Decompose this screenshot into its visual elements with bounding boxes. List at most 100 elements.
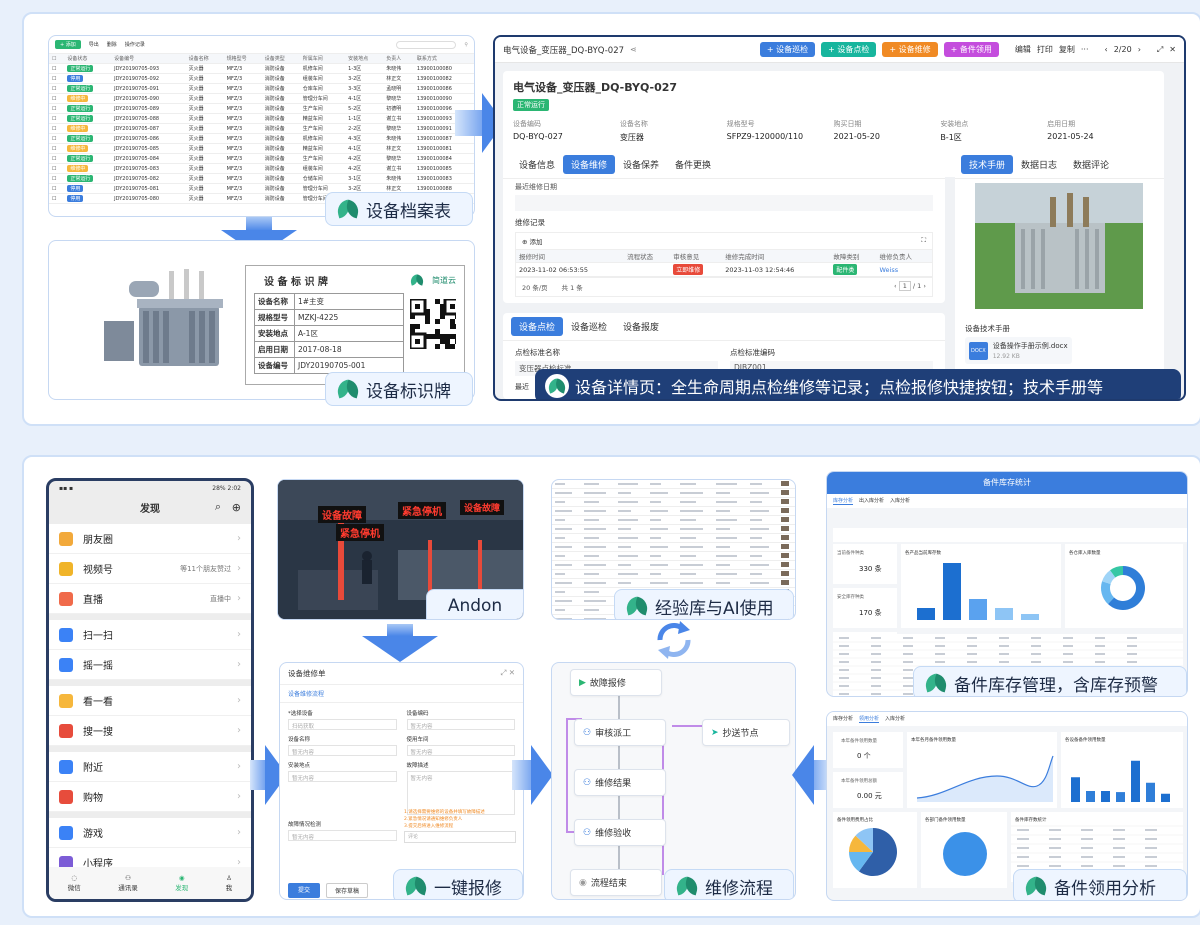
- dash-tab[interactable]: 出入库分析: [859, 497, 884, 505]
- column-header[interactable]: 故障类别: [830, 250, 877, 263]
- search-input[interactable]: [396, 40, 457, 49]
- tab-2[interactable]: 设备保养: [615, 155, 667, 174]
- row-checkbox[interactable]: ☐: [49, 193, 65, 204]
- row-checkbox[interactable]: ☐: [49, 133, 65, 144]
- table-row[interactable]: [552, 480, 795, 489]
- form-tab[interactable]: 设备维修流程: [280, 685, 523, 703]
- table-row[interactable]: ☐ 正常运行 JDY20190705-088 灭火器 MFZ/3 消防设备 精益车间 1-1区…: [49, 113, 474, 124]
- submit-button[interactable]: 提交: [288, 883, 321, 898]
- plus-icon[interactable]: ⊕: [232, 501, 241, 514]
- copy-button[interactable]: 复制: [1059, 44, 1075, 55]
- page-size-select[interactable]: 20 条/页: [522, 282, 548, 292]
- table-row[interactable]: ☐ 维修中 JDY20190705-085 灭火器 MFZ/3 消防设备 精益车间 4-1区林…: [49, 143, 474, 154]
- table-row[interactable]: ☐ 停用 JDY20190705-092 灭火器 MFZ/3 消防设备 组装车间 3-2区 林正…: [49, 73, 474, 84]
- discover-item[interactable]: 游戏 ›: [49, 818, 251, 848]
- flow-node-cc[interactable]: ➤ 抄送节点: [702, 719, 790, 746]
- column-header[interactable]: 流程状态: [624, 250, 671, 263]
- share-icon[interactable]: ⋖: [630, 45, 637, 54]
- flow-node-result[interactable]: ⚇ 维修结果: [574, 769, 666, 796]
- flow-node-report[interactable]: ▶ 故障报修: [570, 669, 662, 696]
- flow-node-end[interactable]: ◉ 流程结束: [570, 869, 662, 896]
- tab-0[interactable]: 设备信息: [511, 155, 563, 174]
- discover-item[interactable]: 扫一扫 ›: [49, 620, 251, 650]
- dash-tab[interactable]: 库存分析: [833, 497, 854, 505]
- dash-tab[interactable]: 入库分析: [890, 497, 910, 505]
- column-header[interactable]: 所属车间: [299, 54, 346, 64]
- tab-3[interactable]: 备件更换: [667, 155, 719, 174]
- row-checkbox[interactable]: ☐: [49, 103, 65, 114]
- row-checkbox[interactable]: ☐: [49, 83, 65, 94]
- tab-0[interactable]: 技术手册: [961, 155, 1014, 174]
- table-row[interactable]: [552, 506, 795, 516]
- tab-1[interactable]: 设备维修: [563, 155, 616, 174]
- print-button[interactable]: 打印: [1037, 44, 1053, 55]
- table-row[interactable]: [552, 569, 795, 579]
- repair-button[interactable]: + 设备维修: [882, 42, 938, 57]
- tab-1[interactable]: 数据日志: [1013, 155, 1065, 174]
- table-row[interactable]: [552, 497, 795, 507]
- prev-icon[interactable]: ‹: [1105, 45, 1108, 54]
- fullscreen-icon[interactable]: ⛶: [921, 236, 926, 246]
- tabbar-item[interactable]: ⚇ 通讯录: [118, 874, 138, 892]
- form-input[interactable]: 暂无内容: [288, 830, 397, 841]
- row-checkbox[interactable]: ☐: [49, 63, 65, 74]
- table-row[interactable]: ☐ 正常运行 JDY20190705-082 灭火器 MFZ/3 消防设备 仓储车间 3-1区…: [49, 173, 474, 184]
- page-number[interactable]: ‹ 1 / 1 ›: [894, 281, 926, 292]
- table-row[interactable]: ☐ 正常运行 JDY20190705-091 灭火器 MFZ/3 消防设备 仓库车间 3-3区…: [49, 83, 474, 94]
- discover-item[interactable]: 摇一摇 ›: [49, 650, 251, 680]
- row-checkbox[interactable]: ☐: [49, 113, 65, 124]
- column-header[interactable]: 规格型号: [223, 54, 262, 64]
- add-button[interactable]: + 添加: [55, 40, 81, 49]
- manual-file[interactable]: DOCX 设备操作手册示例.docx 12.92 KB: [965, 337, 1072, 364]
- table-row[interactable]: ☐ 正常运行 JDY20190705-086 灭火器 MFZ/3 消防设备 机修车间 4-3区…: [49, 133, 474, 144]
- expand-icon[interactable]: ⤢: [1157, 45, 1163, 55]
- tabbar-item[interactable]: ◉ 发现: [175, 874, 188, 892]
- close-icon[interactable]: ✕: [1169, 45, 1176, 54]
- row-checkbox[interactable]: ☐: [49, 173, 65, 184]
- table-row[interactable]: [552, 551, 795, 561]
- more-button[interactable]: ···: [1081, 45, 1089, 54]
- discover-item[interactable]: 朋友圈 ›: [49, 524, 251, 554]
- tab-1[interactable]: 设备巡检: [563, 317, 615, 336]
- select-all-checkbox[interactable]: ☐: [49, 54, 65, 64]
- tabbar-item[interactable]: ♙ 我: [226, 874, 233, 892]
- row-checkbox[interactable]: ☐: [49, 93, 65, 104]
- next-icon[interactable]: ›: [1138, 45, 1141, 54]
- row-checkbox[interactable]: ☐: [49, 163, 65, 174]
- column-header[interactable]: 设备名称: [185, 54, 224, 64]
- delete-button[interactable]: 删除: [107, 41, 117, 48]
- column-header[interactable]: 报修时间: [516, 250, 625, 263]
- table-row[interactable]: [552, 578, 795, 588]
- column-header[interactable]: 设备状态: [64, 54, 112, 64]
- save-draft-button[interactable]: 保存草稿: [326, 883, 369, 898]
- dash-tab[interactable]: 库存分析: [833, 715, 853, 723]
- table-row[interactable]: ☐ 维修中 JDY20190705-083 灭火器 MFZ/3 消防设备 组装车间 4-2区谢…: [49, 163, 474, 174]
- column-header[interactable]: 安装地点: [345, 54, 384, 64]
- discover-item[interactable]: 视频号 等11个朋友赞过 ›: [49, 554, 251, 584]
- table-row[interactable]: ☐ 维修中 JDY20190705-090 灭火器 MFZ/3 消防设备 管理分车间 4-1区…: [49, 93, 474, 104]
- column-header[interactable]: 维修负责人: [876, 250, 932, 263]
- table-row[interactable]: [552, 515, 795, 525]
- inspect-button[interactable]: + 设备巡检: [759, 42, 816, 57]
- discover-item[interactable]: 搜一搜 ›: [49, 716, 251, 746]
- discover-item[interactable]: 看一看 ›: [49, 686, 251, 716]
- filter-icon[interactable]: ⚲: [464, 42, 468, 48]
- row-checkbox[interactable]: ☐: [49, 183, 65, 194]
- edit-button[interactable]: 编辑: [1015, 44, 1031, 55]
- column-header[interactable]: 维修完成时间: [722, 250, 831, 263]
- table-row[interactable]: ☐ 正常运行 JDY20190705-089 灭火器 MFZ/3 消防设备 生产车间 5-2区…: [49, 103, 474, 114]
- form-input[interactable]: 暂无内容: [406, 719, 515, 730]
- table-row[interactable]: [552, 488, 795, 498]
- discover-item[interactable]: 附近 ›: [49, 752, 251, 782]
- form-input[interactable]: 暂无内容: [288, 745, 397, 756]
- column-header[interactable]: 设备编号: [111, 54, 186, 64]
- column-header[interactable]: 联系方式: [413, 54, 474, 64]
- comment-input[interactable]: 评论: [404, 831, 516, 843]
- flow-node-review[interactable]: ⚇ 审核派工: [574, 719, 666, 746]
- table-row[interactable]: [552, 542, 795, 552]
- row-checkbox[interactable]: ☐: [49, 73, 65, 84]
- form-input[interactable]: 暂无内容: [406, 745, 515, 756]
- add-record-button[interactable]: ⊕ 添加: [522, 236, 543, 246]
- parts-button[interactable]: + 备件领用: [943, 42, 999, 57]
- discover-item[interactable]: 购物 ›: [49, 782, 251, 812]
